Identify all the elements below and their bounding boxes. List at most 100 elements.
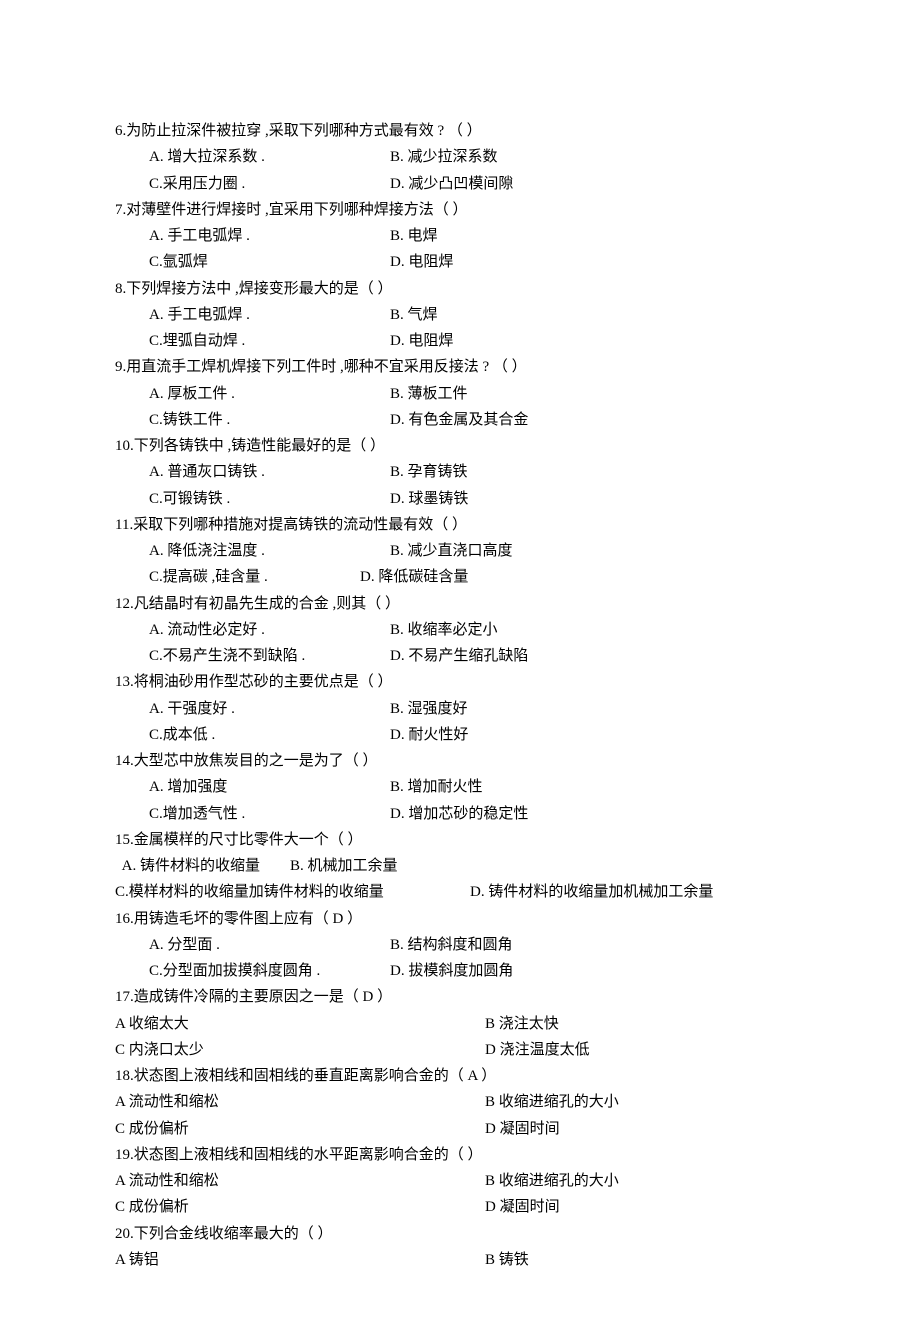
question-text: 16.用铸造毛坏的零件图上应有（ D ） — [115, 906, 805, 932]
q-body: 为防止拉深件被拉穿 ,采取下列哪种方式最有效 ? （ ） — [126, 123, 481, 139]
option-d: D 浇注温度太低 — [485, 1037, 590, 1063]
q-body: 采取下列哪种措施对提高铸铁的流动性最有效（ ） — [133, 517, 467, 533]
options-row: C 成份偏析 D 凝固时间 — [115, 1194, 805, 1220]
question-14: 14.大型芯中放焦炭目的之一是为了（ ） A. 增加强度 B. 增加耐火性 C.… — [115, 748, 805, 827]
options-row: C.铸铁工件 . D. 有色金属及其合金 — [115, 407, 805, 433]
option-d: D. 降低碳硅含量 — [360, 564, 468, 590]
question-12: 12.凡结晶时有初晶先生成的合金 ,则其（ ） A. 流动性必定好 . B. 收… — [115, 591, 805, 670]
q-body: 对薄壁件进行焊接时 ,宜采用下列哪种焊接方法（ ） — [126, 202, 467, 218]
options-row: C 成份偏析 D 凝固时间 — [115, 1116, 805, 1142]
question-18: 18.状态图上液相线和固相线的垂直距离影响合金的（ A ） A 流动性和缩松 B… — [115, 1063, 805, 1142]
option-d: D. 球墨铸铁 — [390, 486, 468, 512]
option-b: B. 减少拉深系数 — [390, 144, 498, 170]
option-b: B. 孕育铸铁 — [390, 459, 468, 485]
q-num: 7 — [115, 202, 123, 218]
question-text: 10.下列各铸铁中 ,铸造性能最好的是（ ） — [115, 433, 805, 459]
option-c: C 成份偏析 — [115, 1116, 485, 1142]
option-b: B. 减少直浇口高度 — [390, 538, 513, 564]
option-c: C.氩弧焊 — [115, 249, 390, 275]
question-text: 11.采取下列哪种措施对提高铸铁的流动性最有效（ ） — [115, 512, 805, 538]
options-row: A. 手工电弧焊 . B. 电焊 — [115, 223, 805, 249]
option-a: A 铸铝 — [115, 1247, 485, 1273]
option-c: C.埋弧自动焊 . — [115, 328, 390, 354]
q-body: 大型芯中放焦炭目的之一是为了（ ） — [134, 753, 378, 769]
q-body: 状态图上液相线和固相线的垂直距离影响合金的（ A ） — [134, 1068, 497, 1084]
options-row: A. 流动性必定好 . B. 收缩率必定小 — [115, 617, 805, 643]
option-d: D. 增加芯砂的稳定性 — [390, 801, 528, 827]
option-b: B. 薄板工件 — [390, 381, 468, 407]
option-d: D. 不易产生缩孔缺陷 — [390, 643, 528, 669]
option-c: C.提高碳 ,硅含量 . — [115, 564, 360, 590]
option-c: C.铸铁工件 . — [115, 407, 390, 433]
q-num: 11 — [115, 517, 129, 533]
option-b: B. 气焊 — [390, 302, 438, 328]
q-num: 20 — [115, 1226, 130, 1242]
question-text: 12.凡结晶时有初晶先生成的合金 ,则其（ ） — [115, 591, 805, 617]
q-num: 18 — [115, 1068, 130, 1084]
q-body: 用直流手工焊机焊接下列工件时 ,哪种不宜采用反接法 ? （ ） — [126, 359, 526, 375]
question-6: 6.为防止拉深件被拉穿 ,采取下列哪种方式最有效 ? （ ） A. 增大拉深系数… — [115, 118, 805, 197]
q-num: 15 — [115, 832, 130, 848]
question-11: 11.采取下列哪种措施对提高铸铁的流动性最有效（ ） A. 降低浇注温度 . B… — [115, 512, 805, 591]
options-row: A 流动性和缩松 B 收缩进缩孔的大小 — [115, 1168, 805, 1194]
options-row: A. 干强度好 . B. 湿强度好 — [115, 696, 805, 722]
q-body: 金属模样的尺寸比零件大一个（ ） — [134, 832, 363, 848]
option-a: A. 降低浇注温度 . — [115, 538, 390, 564]
question-8: 8.下列焊接方法中 ,焊接变形最大的是（ ） A. 手工电弧焊 . B. 气焊 … — [115, 276, 805, 355]
options-row: A. 手工电弧焊 . B. 气焊 — [115, 302, 805, 328]
options-row: A. 增大拉深系数 . B. 减少拉深系数 — [115, 144, 805, 170]
options-row: A. 分型面 . B. 结构斜度和圆角 — [115, 932, 805, 958]
option-d: D. 铸件材料的收缩量加机械加工余量 — [470, 879, 713, 905]
option-d: D 凝固时间 — [485, 1116, 560, 1142]
option-a: A. 普通灰口铸铁 . — [115, 459, 390, 485]
option-b: B. 电焊 — [390, 223, 438, 249]
question-text: 7.对薄壁件进行焊接时 ,宜采用下列哪种焊接方法（ ） — [115, 197, 805, 223]
option-d: D. 拔模斜度加圆角 — [390, 958, 513, 984]
option-b: B. 增加耐火性 — [390, 774, 483, 800]
question-text: 18.状态图上液相线和固相线的垂直距离影响合金的（ A ） — [115, 1063, 805, 1089]
option-d: D. 电阻焊 — [390, 328, 453, 354]
option-a: A. 手工电弧焊 . — [115, 223, 390, 249]
options-row: C.采用压力圈 . D. 减少凸凹模间隙 — [115, 171, 805, 197]
options-row: C.氩弧焊 D. 电阻焊 — [115, 249, 805, 275]
question-20: 20.下列合金线收缩率最大的（ ） A 铸铝 B 铸铁 — [115, 1221, 805, 1274]
options-row: C.可锻铸铁 . D. 球墨铸铁 — [115, 486, 805, 512]
option-c: C.模样材料的收缩量加铸件材料的收缩量 — [115, 879, 470, 905]
question-13: 13.将桐油砂用作型芯砂的主要优点是（ ） A. 干强度好 . B. 湿强度好 … — [115, 669, 805, 748]
option-d: D. 电阻焊 — [390, 249, 453, 275]
question-text: 9.用直流手工焊机焊接下列工件时 ,哪种不宜采用反接法 ? （ ） — [115, 354, 805, 380]
q-num: 16 — [115, 911, 130, 927]
option-d: D. 耐火性好 — [390, 722, 468, 748]
q-num: 10 — [115, 438, 130, 454]
question-text: 17.造成铸件冷隔的主要原因之一是（ D ） — [115, 984, 805, 1010]
option-c: C 内浇口太少 — [115, 1037, 485, 1063]
option-b: B. 结构斜度和圆角 — [390, 932, 513, 958]
option-a: A. 厚板工件 . — [115, 381, 390, 407]
option-c: C.不易产生浇不到缺陷 . — [115, 643, 390, 669]
question-text: 8.下列焊接方法中 ,焊接变形最大的是（ ） — [115, 276, 805, 302]
option-d: D. 减少凸凹模间隙 — [390, 171, 513, 197]
q-body: 下列合金线收缩率最大的（ ） — [134, 1226, 333, 1242]
q-body: 凡结晶时有初晶先生成的合金 ,则其（ ） — [134, 596, 400, 612]
option-c: C.成本低 . — [115, 722, 390, 748]
question-17: 17.造成铸件冷隔的主要原因之一是（ D ） A 收缩太大 B 浇注太快 C 内… — [115, 984, 805, 1063]
option-c: C.增加透气性 . — [115, 801, 390, 827]
q-body: 下列焊接方法中 ,焊接变形最大的是（ ） — [126, 281, 392, 297]
option-c: C.可锻铸铁 . — [115, 486, 390, 512]
options-row: C 内浇口太少 D 浇注温度太低 — [115, 1037, 805, 1063]
option-b: B 收缩进缩孔的大小 — [485, 1168, 619, 1194]
q-num: 17 — [115, 989, 130, 1005]
q-num: 9 — [115, 359, 123, 375]
options-row: C.埋弧自动焊 . D. 电阻焊 — [115, 328, 805, 354]
question-text: 13.将桐油砂用作型芯砂的主要优点是（ ） — [115, 669, 805, 695]
option-a: A. 增加强度 — [115, 774, 390, 800]
option-b: B 浇注太快 — [485, 1011, 559, 1037]
option-c: C.分型面加拔摸斜度圆角 . — [115, 958, 390, 984]
option-c: C.采用压力圈 . — [115, 171, 390, 197]
q-body: 将桐油砂用作型芯砂的主要优点是（ ） — [134, 674, 393, 690]
option-b: B 铸铁 — [485, 1247, 529, 1273]
q-body: 用铸造毛坏的零件图上应有（ D ） — [134, 911, 362, 927]
options-row: C.不易产生浇不到缺陷 . D. 不易产生缩孔缺陷 — [115, 643, 805, 669]
q-num: 13 — [115, 674, 130, 690]
option-a: A 流动性和缩松 — [115, 1168, 485, 1194]
